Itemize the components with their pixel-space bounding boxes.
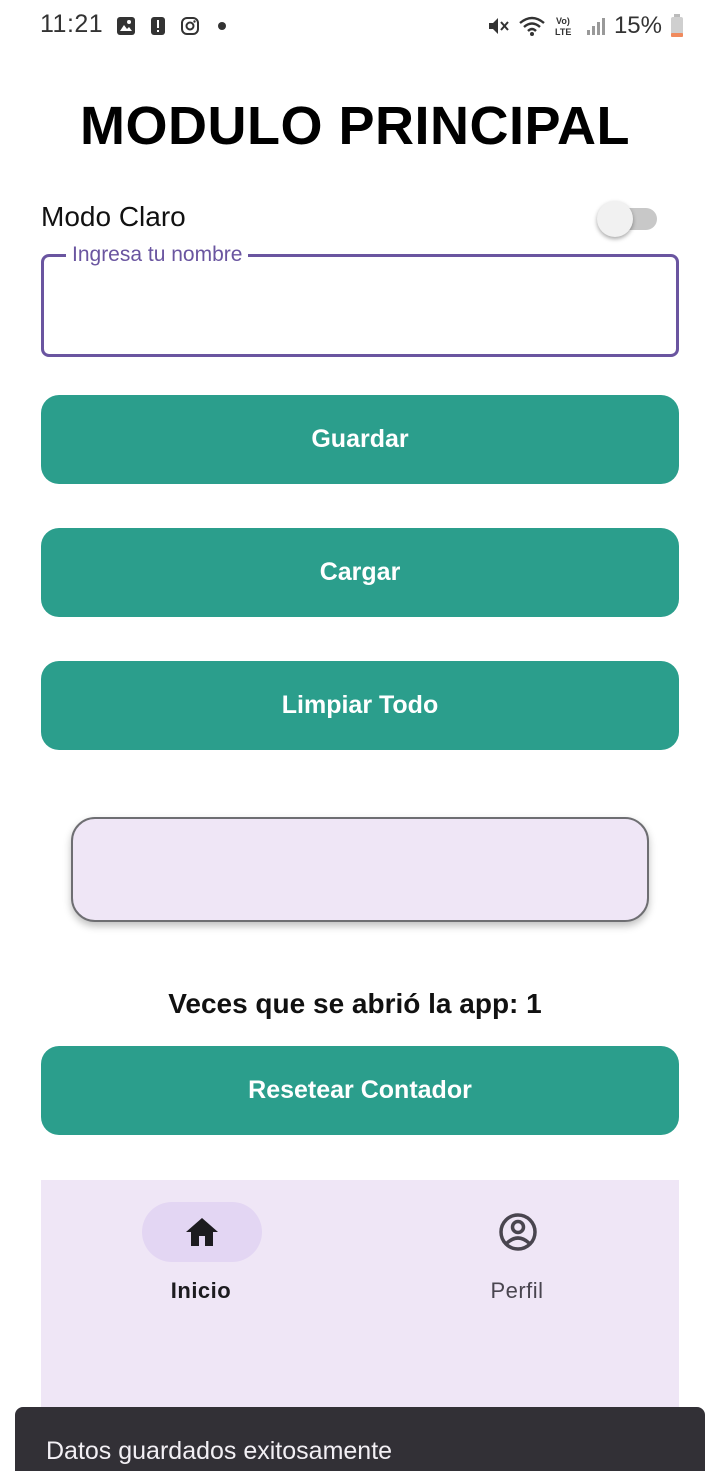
theme-mode-label: Modo Claro	[41, 201, 186, 232]
status-time: 11:21	[40, 10, 104, 38]
signal-icon	[586, 18, 605, 35]
saved-data-card	[71, 817, 649, 922]
reset-counter-button[interactable]: Resetear Contador	[41, 1046, 679, 1135]
name-input-label: Ingresa tu nombre	[66, 243, 249, 267]
notification-icons	[116, 16, 226, 36]
snackbar-message: Datos guardados exitosamente	[46, 1437, 393, 1465]
nav-item-inicio[interactable]: Inicio	[101, 1202, 301, 1303]
name-input[interactable]	[62, 285, 652, 329]
svg-text:LTE: LTE	[555, 27, 571, 37]
instagram-icon	[181, 17, 199, 35]
volte-icon: Vo) LTE	[555, 16, 571, 37]
page-title: MODULO PRINCIPAL	[80, 96, 630, 156]
gallery-icon	[117, 17, 135, 35]
dot-icon	[218, 22, 226, 30]
home-icon	[186, 1218, 218, 1246]
nav-item-perfil[interactable]: Perfil	[417, 1202, 617, 1303]
active-indicator	[142, 1202, 262, 1262]
theme-toggle-switch[interactable]	[597, 200, 659, 238]
system-icons: Vo) LTE 15%	[486, 12, 684, 40]
save-button[interactable]: Guardar	[41, 395, 679, 484]
alert-icon	[151, 17, 165, 35]
nav-label-perfil: Perfil	[490, 1278, 544, 1303]
load-button[interactable]: Cargar	[41, 528, 679, 617]
battery-icon	[671, 14, 683, 37]
toggle-thumb	[597, 201, 633, 237]
mute-icon	[488, 18, 509, 34]
nav-label-inicio: Inicio	[170, 1278, 232, 1303]
app-open-counter: Veces que se abrió la app: 1	[168, 988, 542, 1019]
svg-text:Vo): Vo)	[556, 16, 570, 26]
snackbar: Datos guardados exitosamente	[15, 1407, 705, 1471]
app-screen: 11:21 Vo) LTE 15% MODULO PRINCIPAL Modo …	[0, 0, 710, 1471]
name-input-field[interactable]: Ingresa tu nombre	[41, 243, 679, 357]
account-circle-icon	[499, 1213, 537, 1251]
battery-percent: 15%	[613, 12, 662, 39]
wifi-icon	[519, 16, 545, 36]
status-bar: 11:21 Vo) LTE 15%	[0, 0, 710, 52]
clear-all-button[interactable]: Limpiar Todo	[41, 661, 679, 750]
